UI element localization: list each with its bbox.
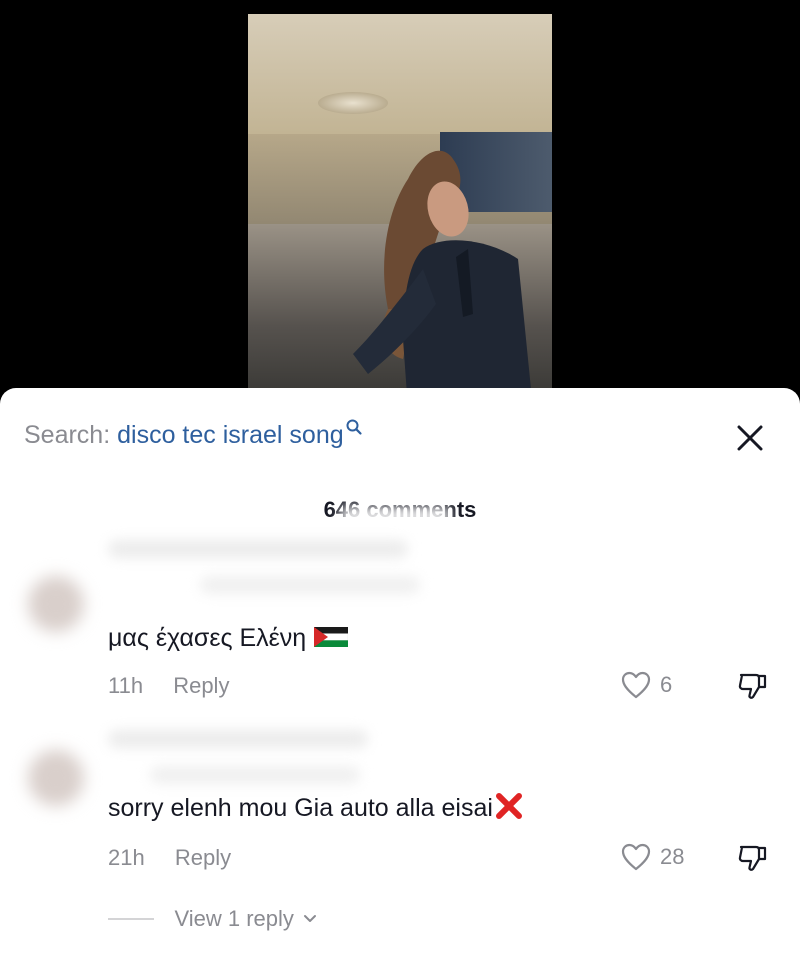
view-replies-button[interactable]: View 1 reply: [108, 906, 318, 936]
username-blur: [150, 766, 360, 784]
username[interactable]: [108, 730, 368, 748]
like-button[interactable]: 6: [620, 670, 672, 702]
comment-meta: 21h Reply: [108, 844, 231, 872]
red-x-icon: [495, 793, 522, 820]
dislike-icon[interactable]: [736, 841, 770, 875]
username[interactable]: [108, 540, 408, 558]
comment-text: μας έχασες Ελένη: [108, 622, 349, 654]
like-button[interactable]: 28: [620, 842, 684, 874]
video-thumbnail[interactable]: [248, 14, 552, 390]
search-suggestion[interactable]: Search: disco tec israel song: [24, 418, 363, 450]
comment-time: 21h: [108, 845, 145, 870]
comment-text: sorry elenh mou Gia auto alla eisai: [108, 792, 525, 824]
search-label: Search:: [24, 421, 111, 449]
comments-sheet: Search: disco tec israel song 646 commen…: [0, 388, 800, 964]
avatar[interactable]: [28, 750, 84, 806]
comment-body: sorry elenh mou Gia auto alla eisai: [108, 794, 493, 822]
search-icon[interactable]: [345, 418, 363, 436]
search-query-link[interactable]: disco tec israel song: [117, 421, 344, 449]
heart-icon[interactable]: [620, 842, 652, 872]
video-area: [0, 0, 800, 400]
comment-body: μας έχασες Ελένη: [108, 624, 307, 652]
reply-button[interactable]: Reply: [175, 844, 231, 872]
palestine-flag-icon: [314, 627, 349, 648]
comment-time: 11h: [108, 673, 144, 698]
video-person: [353, 150, 532, 390]
heart-icon[interactable]: [620, 670, 652, 700]
comment-meta: 11h Reply: [108, 672, 229, 700]
close-icon[interactable]: [732, 420, 768, 456]
privacy-blur: [340, 506, 450, 526]
video-ceiling-light: [318, 92, 388, 114]
like-count: 6: [660, 672, 673, 697]
avatar[interactable]: [28, 576, 84, 632]
username-blur: [200, 576, 420, 594]
chevron-down-icon: [304, 915, 317, 922]
dislike-icon[interactable]: [736, 669, 770, 703]
divider-line: [108, 918, 154, 920]
reply-button[interactable]: Reply: [173, 672, 229, 700]
view-replies-label: View 1 reply: [174, 906, 294, 931]
video-ceiling: [248, 14, 552, 134]
like-count: 28: [660, 844, 685, 869]
